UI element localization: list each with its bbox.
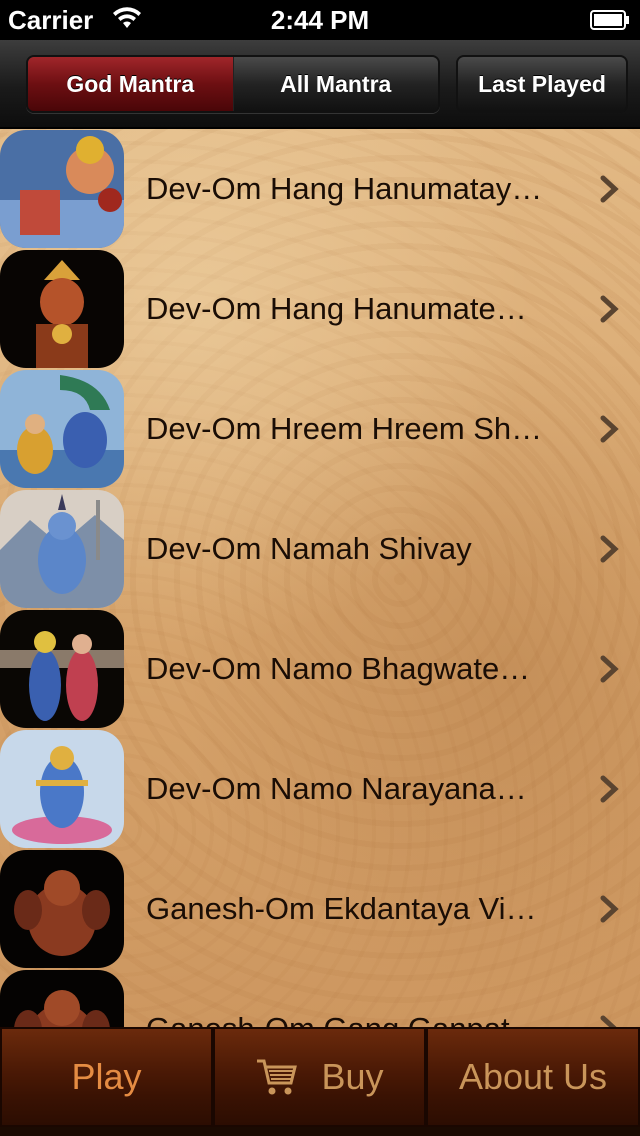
last-played-button[interactable]: Last Played — [456, 55, 628, 113]
list-item[interactable]: Ganesh-Om Ekdantaya Vi… — [0, 849, 640, 969]
chevron-right-icon — [600, 535, 619, 563]
ganesh-thumbnail — [0, 850, 124, 968]
top-nav-bar: God Mantra All Mantra Last Played — [0, 40, 640, 128]
hanuman-thumbnail — [0, 130, 124, 248]
battery-icon — [590, 10, 629, 30]
segment-god-mantra[interactable]: God Mantra — [28, 57, 234, 111]
clock: 2:44 PM — [270, 5, 370, 35]
mantra-title: Dev-Om Namo Bhagwate… — [146, 651, 531, 686]
mantra-list[interactable]: Dev-Om Hang Hanumatay… Dev-Om Hang Hanum… — [0, 129, 640, 1027]
vishnu-thumbnail — [0, 730, 124, 848]
tab-about-us[interactable]: About Us — [426, 1027, 640, 1127]
mantra-segmented-control: God Mantra All Mantra — [26, 55, 440, 113]
chevron-right-icon — [600, 175, 619, 203]
list-item[interactable]: Dev-Om Namo Bhagwate… — [0, 609, 640, 729]
vishnu-lakshmi-thumbnail — [0, 370, 124, 488]
status-bar: Carrier 2:44 PM — [0, 0, 640, 40]
hanuman-dark-thumbnail — [0, 250, 124, 368]
chevron-right-icon — [600, 295, 619, 323]
tab-buy-label: Buy — [321, 1056, 384, 1097]
radha-krishna-thumbnail — [0, 610, 124, 728]
tab-play[interactable]: Play — [0, 1027, 213, 1127]
ganesh-thumbnail-2 — [0, 970, 124, 1027]
chevron-right-icon — [600, 775, 619, 803]
mantra-title: Dev-Om Hreem Hreem Sh… — [146, 411, 543, 446]
mantra-title: Dev-Om Namo Narayana… — [146, 771, 527, 806]
list-item[interactable]: Dev-Om Namo Narayana… — [0, 729, 640, 849]
tab-play-label: Play — [71, 1056, 142, 1097]
mantra-title: Dev-Om Hang Hanumatay… — [146, 171, 543, 206]
mantra-title: Dev-Om Namah Shivay — [146, 531, 472, 566]
list-item[interactable]: Dev-Om Hang Hanumatay… — [0, 129, 640, 249]
cart-icon — [257, 1059, 298, 1095]
segment-all-mantra[interactable]: All Mantra — [233, 57, 438, 111]
list-item[interactable]: Dev-Om Hang Hanumate… — [0, 249, 640, 369]
chevron-right-icon — [600, 1015, 617, 1027]
list-item[interactable]: Dev-Om Hreem Hreem Sh… — [0, 369, 640, 489]
chevron-right-icon — [600, 895, 619, 923]
mantra-title: Dev-Om Hang Hanumate… — [146, 291, 527, 326]
list-item[interactable]: Dev-Om Namah Shivay — [0, 489, 640, 609]
mantra-title: Ganesh-Om Gang Ganpat… — [146, 969, 580, 1027]
bottom-tab-bar: Play Buy About Us — [0, 1027, 640, 1136]
tab-buy[interactable]: Buy — [213, 1027, 426, 1127]
chevron-right-icon — [600, 415, 619, 443]
mantra-title: Ganesh-Om Ekdantaya Vi… — [146, 891, 537, 926]
shiva-thumbnail — [0, 490, 124, 608]
tab-about-label: About Us — [458, 1056, 608, 1097]
chevron-right-icon — [600, 655, 619, 683]
list-item[interactable]: Ganesh-Om Gang Ganpat… — [0, 969, 640, 1027]
